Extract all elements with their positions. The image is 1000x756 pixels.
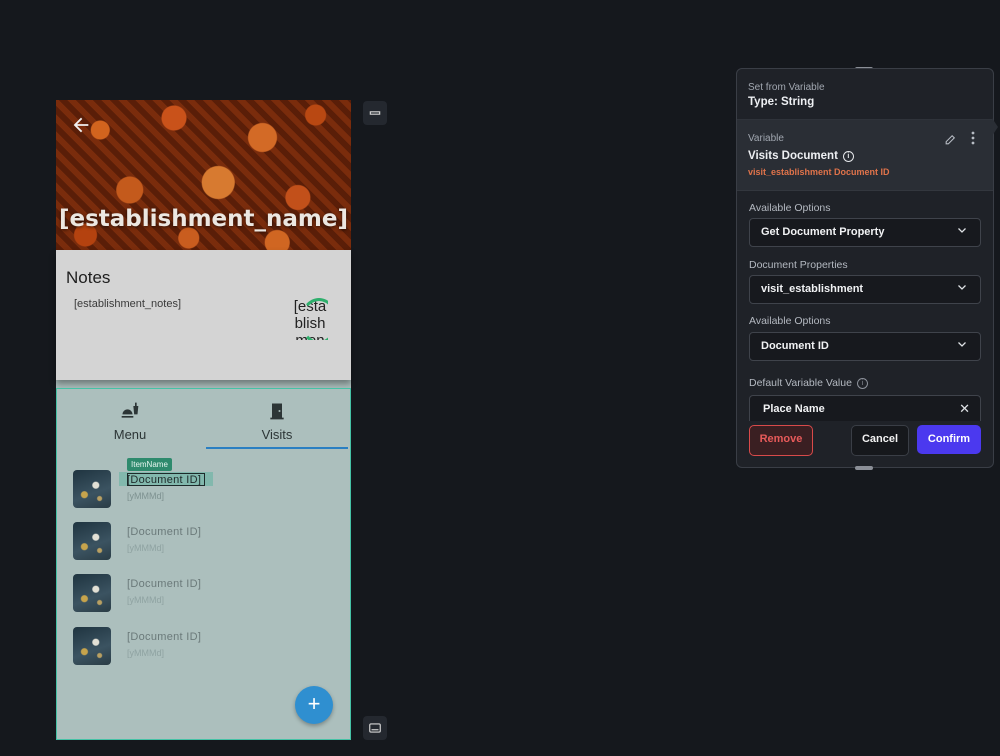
document-properties-select[interactable]: visit_establishment <box>749 275 981 304</box>
tab-menu-label: Menu <box>113 427 147 442</box>
list-item[interactable]: [Document ID] [yMMMd] <box>73 627 333 667</box>
tab-visits[interactable]: Visits <box>204 401 350 442</box>
item-title: [Document ID] <box>127 578 202 590</box>
list-item[interactable]: [Document ID] [yMMMd] <box>73 574 333 614</box>
variable-name-text: Visits Document <box>748 150 838 162</box>
available-options-label-2: Available Options <box>749 315 831 327</box>
dialog-pointer <box>992 118 998 136</box>
set-from-variable-dialog: Set from Variable Type: String Variable … <box>736 68 994 468</box>
more-options-icon[interactable] <box>969 131 977 147</box>
restaurant-icon <box>57 401 203 421</box>
available-options-value: Get Document Property <box>761 226 885 238</box>
establishment-name-title: [establishment_name] <box>58 206 349 232</box>
document-id-value: Document ID <box>761 340 829 352</box>
door-icon <box>204 401 350 421</box>
default-value-label: Default Variable Value i <box>749 377 868 389</box>
notes-card: Notes [establishment_notes] [establishme… <box>56 250 351 380</box>
tab-menu[interactable]: Menu <box>57 401 203 442</box>
document-id-select[interactable]: Document ID <box>749 332 981 361</box>
default-value-input[interactable]: Place Name ✕ <box>749 395 981 421</box>
dialog-header: Set from Variable Type: String <box>737 69 993 120</box>
notes-body: [establishment_notes] <box>74 298 182 310</box>
link-icon[interactable] <box>363 101 387 125</box>
variable-kicker: Variable <box>748 133 784 144</box>
item-date: [yMMMd] <box>127 491 164 501</box>
item-date: [yMMMd] <box>127 595 164 605</box>
variable-name: Visits Document i <box>748 150 854 162</box>
item-name-badge: ItemName <box>127 458 172 471</box>
document-properties-value: visit_establishment <box>761 283 864 295</box>
cancel-button[interactable]: Cancel <box>851 425 909 456</box>
chevron-down-icon <box>956 224 970 238</box>
variable-path: visit_establishment Document ID <box>748 167 890 177</box>
visit-thumbnail <box>73 470 111 508</box>
clear-icon[interactable]: ✕ <box>959 401 970 417</box>
available-options-label: Available Options <box>749 202 831 214</box>
info-icon[interactable]: i <box>842 151 854 162</box>
progress-arc <box>300 298 328 340</box>
item-title: [Document ID] <box>127 631 202 643</box>
keyboard-icon[interactable] <box>363 716 387 740</box>
progress-ring: [establishment] <box>292 298 328 340</box>
document-properties-label: Document Properties <box>749 259 848 271</box>
variable-block: Variable Visits Document i visit_establis… <box>737 120 993 191</box>
dialog-kicker: Set from Variable <box>748 82 825 93</box>
remove-button[interactable]: Remove <box>749 425 813 456</box>
hero-image: [establishment_name] <box>56 100 351 250</box>
chevron-down-icon <box>956 338 970 352</box>
tab-panel: Menu Visits ItemName [Document ID] [yMMM… <box>56 388 351 740</box>
info-icon[interactable]: i <box>856 378 868 389</box>
add-visit-button[interactable]: + <box>295 686 333 724</box>
tab-visits-label: Visits <box>261 427 293 442</box>
default-value-text: Place Name <box>763 403 825 415</box>
chevron-down-icon <box>956 281 970 295</box>
visit-thumbnail <box>73 522 111 560</box>
type-label: Type: String <box>748 96 815 108</box>
phone-preview: [establishment_name] Notes [establishmen… <box>56 100 351 740</box>
available-options-select[interactable]: Get Document Property <box>749 218 981 247</box>
drag-handle-bottom[interactable] <box>855 466 873 470</box>
item-date: [yMMMd] <box>127 543 164 553</box>
list-item[interactable]: [Document ID] [yMMMd] <box>73 522 333 562</box>
confirm-button[interactable]: Confirm <box>917 425 981 454</box>
edit-icon[interactable] <box>944 133 958 147</box>
item-date: [yMMMd] <box>127 648 164 658</box>
item-title: [Document ID] <box>127 474 202 486</box>
visit-thumbnail <box>73 627 111 665</box>
notes-title: Notes <box>66 268 111 287</box>
visit-thumbnail <box>73 574 111 612</box>
tab-indicator <box>206 447 348 449</box>
back-arrow-icon[interactable] <box>70 114 94 138</box>
list-item[interactable]: ItemName [Document ID] [yMMMd] <box>73 458 333 510</box>
item-title: [Document ID] <box>127 526 202 538</box>
default-value-label-text: Default Variable Value <box>749 377 852 389</box>
